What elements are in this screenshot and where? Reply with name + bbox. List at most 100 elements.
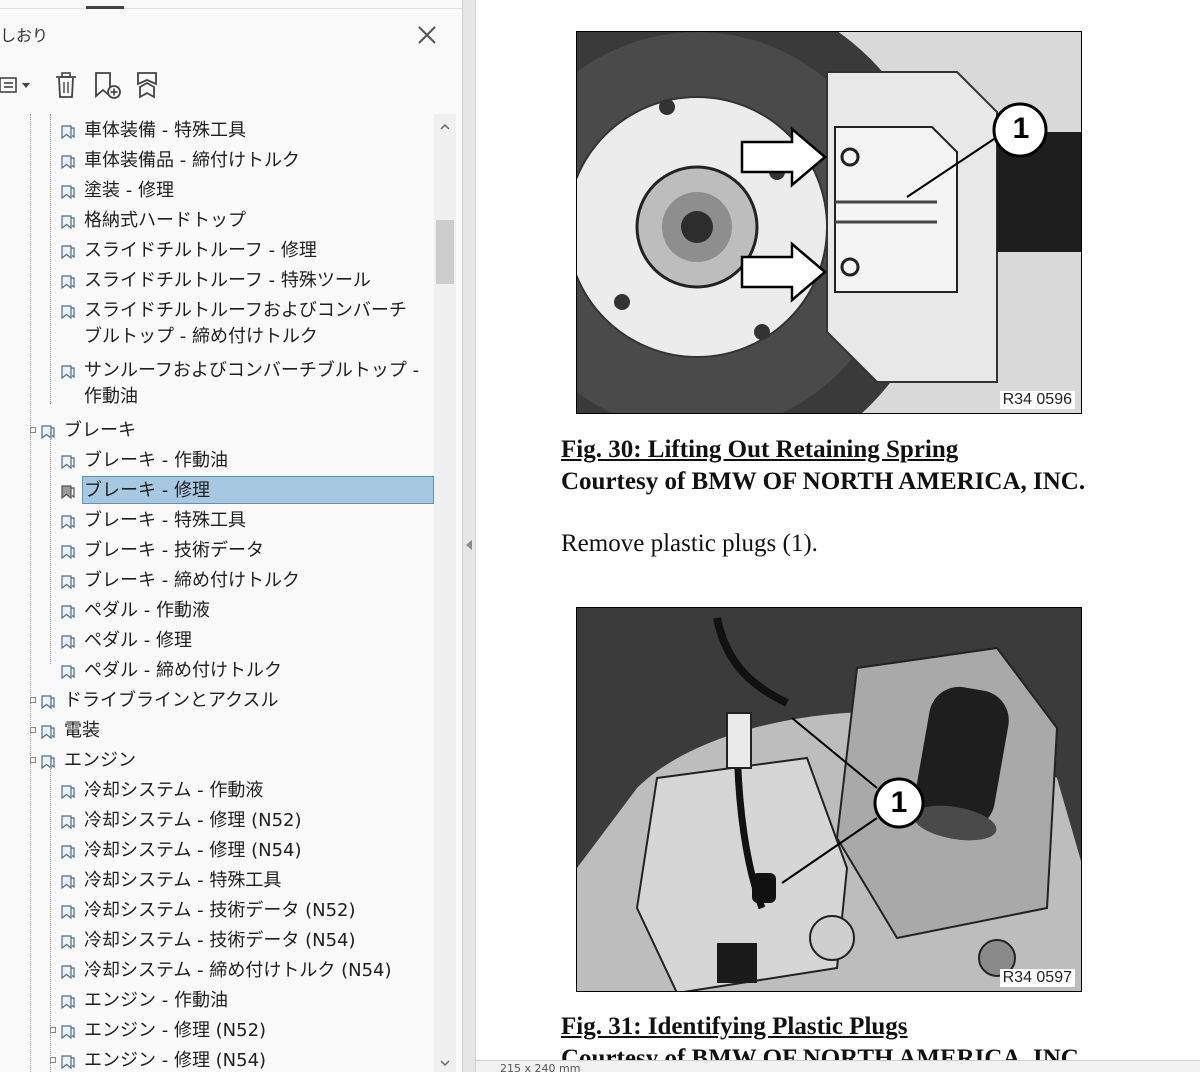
document-page: 1 R34 0596 Fig. 30: Lifting Out Retainin… [476,0,1200,1072]
bookmark-icon [60,122,76,140]
bookmark-label: ブレーキ [64,420,136,441]
bookmark-label: スライドチルトルーフ - 特殊ツール [84,270,371,291]
figure-30-code: R34 0596 [999,391,1075,409]
bookmark-item[interactable]: サンルーフおよびコンバーチブルトップ - 作動油 [0,356,434,416]
bookmark-item-selected[interactable]: ブレーキ - 修理 [0,476,434,506]
bookmark-item[interactable]: スライドチルトルーフ - 修理 [0,236,434,266]
figure-31-code: R34 0597 [999,969,1075,987]
bookmark-item[interactable]: 冷却システム - 技術データ (N52) [0,896,434,926]
bookmark-item[interactable]: ドライブラインとアクスル [0,686,434,716]
bookmark-item[interactable]: エンジン - 作動油 [0,986,434,1016]
bookmark-label: サンルーフおよびコンバーチブルトップ - 作動油 [84,360,420,407]
bookmark-label: ブレーキ - 技術データ [84,540,264,561]
bookmark-item[interactable]: スライドチルトルーフ - 特殊ツール [0,266,434,296]
bookmark-icon [60,512,76,530]
bookmark-item[interactable]: ブレーキ - 技術データ [0,536,434,566]
bookmarks-toolbar [0,64,462,108]
bookmark-add-icon[interactable] [92,70,124,100]
bookmark-item[interactable]: 冷却システム - 締め付けトルク (N54) [0,956,434,986]
status-bar [476,1060,1200,1072]
bookmark-icon [60,812,76,830]
bookmark-icon [60,602,76,620]
bookmark-label: ペダル - 締め付けトルク [84,660,282,681]
plastic-plugs-illustration [577,608,1081,991]
bookmark-item[interactable]: ペダル - 作動液 [0,596,434,626]
bookmark-label: ペダル - 修理 [84,630,192,651]
bookmark-item[interactable]: ペダル - 締め付けトルク [0,656,434,686]
bookmark-label: ブレーキ - 締め付けトルク [84,570,300,591]
bookmark-item[interactable]: 車体装備品 - 締付けトルク [0,146,434,176]
bookmark-icon [60,242,76,260]
bookmark-item[interactable]: 冷却システム - 修理 (N52) [0,806,434,836]
bookmark-icon [60,152,76,170]
bookmark-label: エンジン - 修理 (N52) [84,1020,267,1041]
bookmarks-panel: しおり 車体装備 - 特殊工具 車体装備品 - 締付けトルク 塗装 - 修理 格… [0,0,462,1072]
panel-title: しおり [0,26,49,45]
bookmark-label: 冷却システム - 作動液 [84,780,264,801]
bookmark-icon [40,422,56,440]
collapse-panel-icon[interactable] [464,538,474,552]
bookmark-item[interactable]: ペダル - 修理 [0,626,434,656]
bookmark-icon [60,782,76,800]
list-options-icon[interactable] [0,70,34,100]
page-size-readout: 215 x 240 mm [500,1062,581,1075]
bookmark-icon [60,872,76,890]
figure-31-caption: Fig. 31: Identifying Plastic Plugs [561,1013,908,1040]
bookmark-tag-icon[interactable] [132,70,164,100]
bookmark-icon [60,302,76,320]
figure-30-caption: Fig. 30: Lifting Out Retaining Spring [561,436,959,463]
panel-splitter[interactable] [462,0,476,1072]
tree-guide-line [30,114,31,1072]
bookmark-label: 冷却システム - 技術データ (N54) [84,930,356,951]
bookmark-icon [60,272,76,290]
figure-30-callout: 1 [1012,112,1030,145]
bookmark-icon [60,482,76,500]
bookmark-item[interactable]: エンジン - 修理 (N52) [0,1016,434,1046]
bookmark-item[interactable]: エンジン [0,746,434,776]
bookmark-item[interactable]: 冷却システム - 特殊工具 [0,866,434,896]
bookmark-item[interactable]: ブレーキ - 作動油 [0,446,434,476]
bookmark-label: 冷却システム - 修理 (N52) [84,810,302,831]
bookmark-icon [60,542,76,560]
bookmark-label: スライドチルトルーフ - 修理 [84,240,317,261]
scrollbar-thumb[interactable] [436,220,454,284]
bookmark-icon [40,752,56,770]
bookmark-icon [60,662,76,680]
bookmark-item[interactable]: 冷却システム - 作動液 [0,776,434,806]
bookmark-item[interactable]: 冷却システム - 技術データ (N54) [0,926,434,956]
bookmark-icon [60,902,76,920]
bookmark-item[interactable]: 格納式ハードトップ [0,206,434,236]
bookmark-item[interactable]: 車体装備 - 特殊工具 [0,116,434,146]
bookmark-item[interactable]: エンジン - 修理 (N54) [0,1046,434,1072]
close-icon[interactable] [412,20,442,50]
bookmark-item[interactable]: 冷却システム - 修理 (N54) [0,836,434,866]
bookmark-label: 冷却システム - 修理 (N54) [84,840,302,861]
figure-30-courtesy: Courtesy of BMW OF NORTH AMERICA, INC. [561,468,1086,495]
bookmark-item[interactable]: ブレーキ - 特殊工具 [0,506,434,536]
tree-guide-line [50,764,51,1072]
panel-top-border [0,8,462,9]
bookmark-icon [60,452,76,470]
tree-guide-line [50,434,51,664]
bookmark-label: 格納式ハードトップ [84,210,246,231]
trash-icon[interactable] [52,70,80,100]
bookmark-label: スライドチルトルーフおよびコンバーチブルトップ - 締め付けトルク [84,300,407,347]
bookmark-icon [60,1022,76,1040]
bookmark-icon [60,992,76,1010]
bookmark-item[interactable]: 塗装 - 修理 [0,176,434,206]
bookmark-icon [40,692,56,710]
bookmark-item[interactable]: スライドチルトルーフおよびコンバーチブルトップ - 締め付けトルク [0,296,434,356]
bookmark-label: 電装 [64,720,100,741]
bookmark-item[interactable]: 電装 [0,716,434,746]
scroll-down-icon[interactable] [438,1056,452,1070]
bookmark-label: 車体装備品 - 締付けトルク [84,150,300,171]
tree-guide-line [50,114,51,404]
bookmark-item[interactable]: ブレーキ [0,416,434,446]
bookmark-label: ブレーキ - 作動油 [84,450,228,471]
scroll-up-icon[interactable] [438,120,452,134]
bookmark-label: ドライブラインとアクスル [64,690,279,711]
bookmark-icon [60,962,76,980]
brake-caliper-illustration [577,32,1081,413]
bookmark-item[interactable]: ブレーキ - 締め付けトルク [0,566,434,596]
bookmark-icon [40,722,56,740]
